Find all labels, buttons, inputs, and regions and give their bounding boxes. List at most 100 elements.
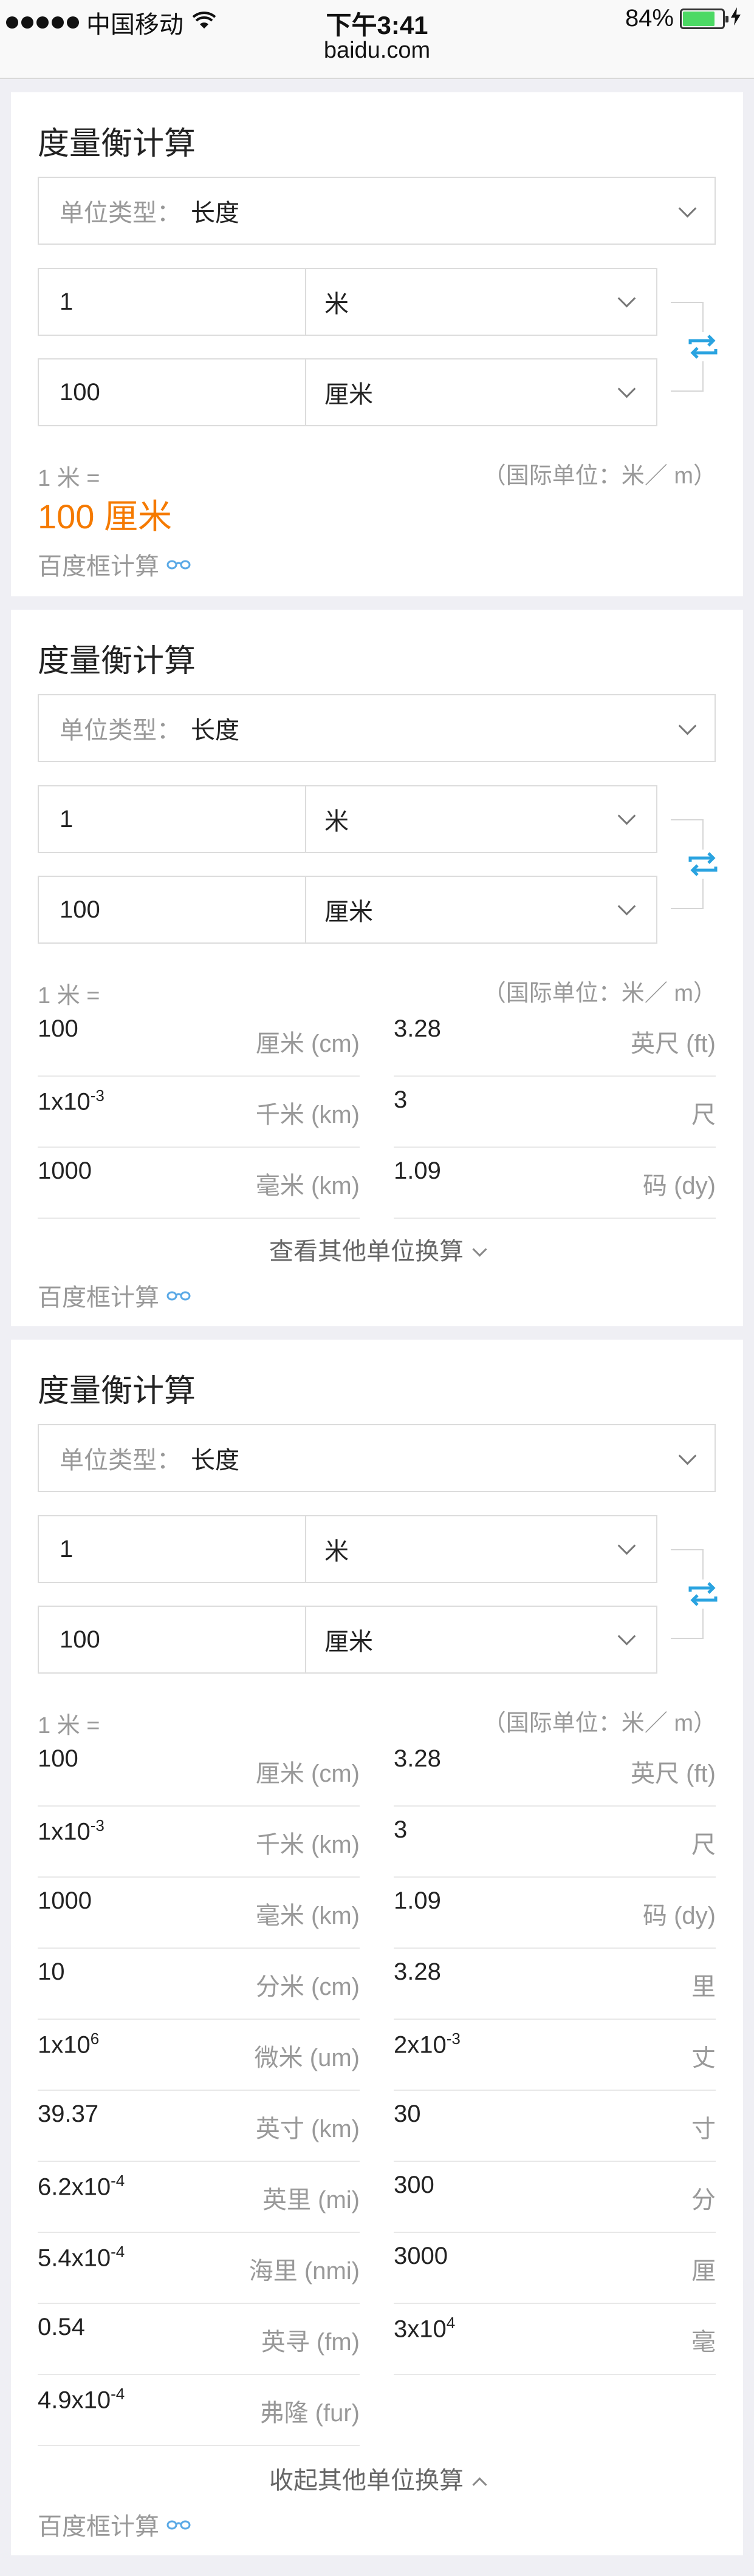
conversion-cell: 100 厘米 (cm) — [38, 1006, 360, 1077]
unit-type-select[interactable]: 单位类型： 长度 — [38, 694, 716, 762]
to-value-input[interactable]: 100 — [39, 359, 306, 425]
from-value-input[interactable]: 1 — [39, 1516, 306, 1582]
value-exponent: -4 — [111, 2243, 125, 2261]
from-unit-label: 米 — [324, 291, 349, 318]
swap-icon[interactable] — [687, 1579, 719, 1609]
conversion-cell: 1x10-3 千米 (km) — [38, 1807, 360, 1878]
table-row: 1x10-3 千米 (km) 3 尺 — [38, 1077, 716, 1148]
unit-type-select[interactable]: 单位类型： 长度 — [38, 177, 716, 245]
conversion-cell: 3.28 英尺 (ft) — [394, 1736, 716, 1807]
value-exponent: 6 — [90, 2029, 100, 2048]
conversion-value: 1000 — [38, 1887, 92, 1915]
value-base: 100 — [38, 1015, 78, 1042]
value-base: 3 — [394, 1816, 408, 1843]
conversion-unit: 厘 — [691, 2258, 716, 2285]
swap-icon[interactable] — [687, 850, 719, 879]
to-unit-select[interactable]: 厘米 — [306, 359, 656, 425]
card-title: 度量衡计算 — [38, 1374, 196, 1409]
baidu-calc-link[interactable]: 百度框计算 — [38, 2507, 191, 2542]
table-row: 5.4x10-4 海里 (nmi) 3000 厘 — [38, 2233, 716, 2304]
conversion-unit: 毫米 (km) — [255, 1173, 360, 1199]
value-base: 1x10 — [38, 1088, 91, 1116]
conversion-value: 1.09 — [394, 1887, 441, 1915]
chevron-down-icon — [617, 806, 636, 825]
conversion-cell: 5.4x10-4 海里 (nmi) — [38, 2233, 360, 2304]
from-row: 1 米 — [38, 268, 657, 336]
from-value-input[interactable]: 1 — [39, 786, 306, 852]
conversion-value: 3000 — [394, 2243, 448, 2270]
conversion-unit: 海里 (nmi) — [248, 2258, 360, 2285]
equation-label: 1 米 = — [38, 983, 100, 1009]
to-value-input[interactable]: 100 — [39, 877, 306, 942]
equation-label: 1 米 = — [38, 1713, 100, 1739]
from-value-input[interactable]: 1 — [39, 269, 306, 335]
value-base: 3 — [394, 1086, 408, 1113]
conversion-unit: 丈 — [691, 2045, 716, 2071]
chevron-down-icon — [678, 1446, 697, 1465]
chevron-down-icon — [678, 199, 697, 218]
calc-link-label: 百度框计算 — [38, 553, 159, 580]
chevron-up-icon — [472, 2477, 487, 2492]
value-exponent: -3 — [446, 2029, 461, 2048]
value-exponent: 4 — [446, 2314, 456, 2332]
conversion-unit: 分 — [691, 2187, 716, 2213]
converter-card-expanded: 度量衡计算 单位类型： 长度 1 米 100 厘米 1 米 = （国际单位：米／… — [11, 1340, 743, 2555]
value-base: 6.2x10 — [38, 2173, 111, 2201]
conversion-value: 100 — [38, 1015, 78, 1043]
baidu-calc-link[interactable]: 百度框计算 — [38, 1278, 191, 1313]
chevron-down-icon — [678, 717, 697, 735]
value-base: 2x10 — [394, 2031, 447, 2059]
conversion-unit: 毫 — [691, 2329, 716, 2356]
show-less-button[interactable]: 收起其他单位换算 — [11, 2461, 743, 2496]
table-row: 39.37 英寸 (km) 30 寸 — [38, 2091, 716, 2162]
battery-percent: 84% — [625, 5, 674, 32]
conversion-value: 1x106 — [38, 2029, 99, 2059]
table-row: 100 厘米 (cm) 3.28 英尺 (ft) — [38, 1006, 716, 1077]
conversion-cell: 3尺 — [394, 1077, 716, 1148]
from-unit-select[interactable]: 米 — [306, 1516, 656, 1582]
conversion-unit: 寸 — [691, 2116, 716, 2142]
conversion-unit: 千米 (km) — [255, 1102, 360, 1128]
conversion-cell: 100 厘米 (cm) — [38, 1736, 360, 1807]
to-unit-label: 厘米 — [324, 1629, 373, 1655]
conversion-cell: 3.28 英尺 (ft) — [394, 1006, 716, 1077]
table-row: 1000 毫米 (km) 1.09 码 (dy) — [38, 1148, 716, 1219]
from-row: 1 米 — [38, 1515, 657, 1583]
unit-type-label: 单位类型： — [60, 717, 181, 744]
table-row: 100 厘米 (cm) 3.28 英尺 (ft) — [38, 1736, 716, 1807]
show-more-button[interactable]: 查看其他单位换算 — [11, 1232, 743, 1267]
to-unit-select[interactable]: 厘米 — [306, 1607, 656, 1672]
from-unit-select[interactable]: 米 — [306, 269, 656, 335]
unit-type-select[interactable]: 单位类型： 长度 — [38, 1424, 716, 1492]
conversion-cell: 3.28 里 — [394, 1949, 716, 2020]
to-unit-label: 厘米 — [324, 899, 373, 925]
conversion-cell: 1.09 码 (dy) — [394, 1148, 716, 1219]
from-unit-label: 米 — [324, 808, 349, 835]
conversion-unit: 千米 (km) — [255, 1831, 360, 1858]
equation-label: 1 米 = — [38, 466, 100, 491]
to-unit-label: 厘米 — [324, 381, 373, 408]
conversion-value: 1000 — [38, 1157, 92, 1185]
to-value-input[interactable]: 100 — [39, 1607, 306, 1672]
unit-type-value: 长度 — [191, 717, 239, 744]
conversion-cell: 39.37 英寸 (km) — [38, 2091, 360, 2162]
url-bar[interactable]: baidu.com — [0, 38, 754, 64]
to-unit-select[interactable]: 厘米 — [306, 877, 656, 942]
unit-type-value: 长度 — [191, 1447, 239, 1474]
unit-type-value: 长度 — [191, 200, 239, 227]
swap-icon[interactable] — [687, 332, 719, 361]
conversion-unit: 英尺 (ft) — [631, 1760, 716, 1787]
conversion-value: 39.37 — [38, 2101, 98, 2128]
conversion-value: 1x10-3 — [38, 1086, 105, 1116]
conversion-unit: 厘米 (cm) — [255, 1760, 360, 1787]
conversion-cell: 6.2x10-4 英里 (mi) — [38, 2162, 360, 2233]
chevron-down-icon — [617, 289, 636, 308]
conversion-cell: 10 分米 (cm) — [38, 1949, 360, 2020]
baidu-calc-link[interactable]: 百度框计算 — [38, 547, 191, 582]
conversion-value: 2x10-3 — [394, 2029, 461, 2059]
value-base: 0.54 — [38, 2314, 85, 2340]
conversion-cell: 30 寸 — [394, 2091, 716, 2162]
from-unit-select[interactable]: 米 — [306, 786, 656, 852]
chevron-down-icon — [617, 1536, 636, 1555]
value-base: 4.9x10 — [38, 2387, 111, 2414]
